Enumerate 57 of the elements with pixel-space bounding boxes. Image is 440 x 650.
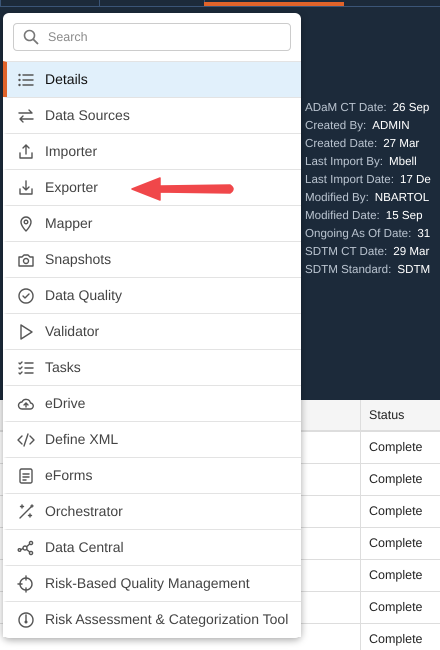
gauge-icon xyxy=(17,610,35,628)
field-value: 31 xyxy=(417,227,430,240)
menu-item[interactable]: Snapshots xyxy=(3,241,301,277)
field-value: 27 Mar xyxy=(383,137,420,150)
field-label: Created Date: xyxy=(305,137,378,150)
field-value: Mbell xyxy=(388,155,417,168)
menu-item[interactable]: Orchestrator xyxy=(3,493,301,529)
table-cell-text: Complete xyxy=(369,439,422,456)
menu-item[interactable]: Importer xyxy=(3,133,301,169)
field-value: 15 Sep xyxy=(386,209,423,222)
column-header: Status xyxy=(369,406,404,424)
field-label: Ongoing As Of Date: xyxy=(305,227,412,240)
menu-item[interactable]: Mapper xyxy=(3,205,301,241)
menu-item[interactable]: Data Central xyxy=(3,529,301,565)
menu-item[interactable]: Details xyxy=(3,61,301,97)
field-value: ADMIN xyxy=(372,119,410,132)
table-cell-text: Complete xyxy=(369,471,422,488)
field-value: 29 Mar xyxy=(393,245,430,258)
table-cell-text: Complete xyxy=(369,503,422,520)
field-label: SDTM Standard: xyxy=(305,263,392,276)
field-label: Modified By: xyxy=(305,191,369,204)
arrows-icon xyxy=(17,106,35,124)
menu-item[interactable]: Validator xyxy=(3,313,301,349)
table-cell-text: Complete xyxy=(369,567,422,584)
code-icon xyxy=(17,430,35,448)
form-icon xyxy=(17,466,35,484)
field-value: 26 Sep xyxy=(392,101,430,114)
download-icon xyxy=(17,178,35,196)
checklist-icon xyxy=(17,358,35,376)
table-cell-text: Complete xyxy=(369,631,422,648)
field-label: ADaM CT Date: xyxy=(305,101,387,114)
field-label: Created By: xyxy=(305,119,366,132)
menu-item[interactable]: Tasks xyxy=(3,349,301,385)
search-field[interactable]: Search xyxy=(13,23,291,51)
menu-item[interactable]: eForms xyxy=(3,457,301,493)
field-label: Last Import By: xyxy=(305,155,383,168)
menu-item[interactable]: Risk-Based Quality Management xyxy=(3,565,301,601)
check-badge-icon xyxy=(17,286,35,304)
table-cell-text: Complete xyxy=(369,535,422,552)
crosshair-icon xyxy=(17,574,35,592)
menu-item[interactable]: Data Sources xyxy=(3,97,301,133)
menu-item[interactable]: eDrive xyxy=(3,385,301,421)
field-label: Modified Date: xyxy=(305,209,380,222)
network-icon xyxy=(17,538,35,556)
upload-icon xyxy=(17,142,35,160)
menu-item[interactable]: Risk Assessment & Categorization Tool xyxy=(3,601,301,637)
magic-wand-icon xyxy=(17,502,35,520)
field-label: Last Import Date: xyxy=(305,173,394,186)
menu-item[interactable]: Data Quality xyxy=(3,277,301,313)
menu-item[interactable]: Exporter xyxy=(3,169,301,205)
field-value: SDTM xyxy=(397,263,430,276)
field-value: 17 De xyxy=(400,173,431,186)
search-icon xyxy=(23,29,39,45)
menu-item[interactable]: Define XML xyxy=(3,421,301,457)
field-label: SDTM CT Date: xyxy=(305,245,388,258)
table-cell-text: Complete xyxy=(369,599,422,616)
field-value: NBARTOL xyxy=(374,191,430,204)
